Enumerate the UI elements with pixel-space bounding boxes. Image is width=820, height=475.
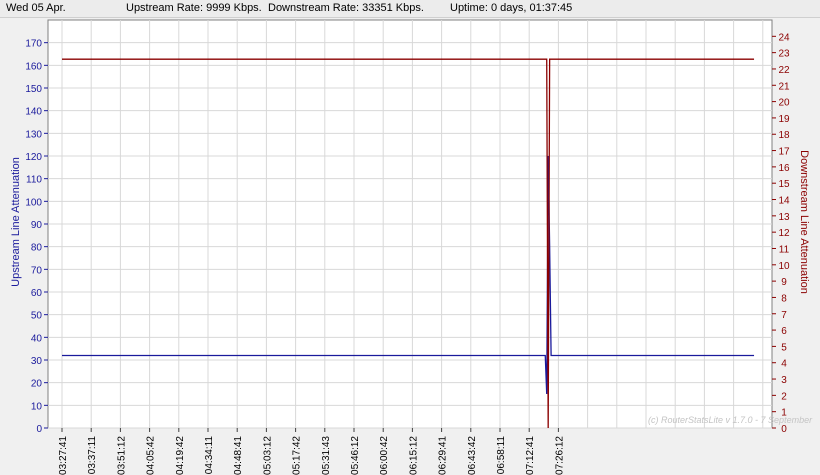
left-tick-label: 70 <box>31 265 43 276</box>
right-tick-label: 6 <box>781 326 787 337</box>
right-tick-label: 18 <box>778 130 790 141</box>
x-tick-label: 05:03:12 <box>262 436 273 475</box>
left-axis: 0 10 20 30 40 50 60 70 80 90 100 110 120 130 140 150 160… <box>25 39 48 435</box>
x-tick-label: 05:46:12 <box>350 436 361 475</box>
watermark: (c) RouterStatsLite v 1.7.0 - 7 Septembe… <box>648 415 813 425</box>
right-tick-label: 21 <box>778 81 790 92</box>
x-tick-label: 06:15:12 <box>408 436 419 475</box>
x-tick-label: 03:37:11 <box>87 436 98 475</box>
right-tick-label: 13 <box>778 212 790 223</box>
left-tick-label: 170 <box>25 39 42 50</box>
status-downstream-rate: Downstream Rate: 33351 Kbps. <box>268 2 424 14</box>
right-tick-label: 11 <box>779 244 790 255</box>
left-tick-label: 30 <box>31 356 43 367</box>
status-upstream-rate: Upstream Rate: 9999 Kbps. <box>126 2 262 14</box>
right-tick-label: 8 <box>781 293 787 304</box>
left-tick-label: 120 <box>25 152 42 163</box>
right-tick-label: 15 <box>778 179 790 190</box>
right-tick-label: 9 <box>781 277 787 288</box>
x-tick-label: 05:17:42 <box>292 436 303 475</box>
right-tick-label: 12 <box>778 228 790 239</box>
right-tick-label: 5 <box>781 342 787 353</box>
right-tick-label: 2 <box>781 391 787 402</box>
right-tick-label: 3 <box>781 375 787 386</box>
right-tick-label: 17 <box>778 147 790 158</box>
right-tick-label: 7 <box>781 310 787 321</box>
left-tick-label: 20 <box>31 379 43 390</box>
x-tick-label: 07:12:41 <box>525 436 536 475</box>
right-tick-label: 19 <box>778 114 790 125</box>
left-tick-label: 100 <box>25 197 42 208</box>
x-tick-label: 03:27:41 <box>58 436 69 475</box>
x-tick-label: 04:05:42 <box>146 436 157 475</box>
left-tick-label: 90 <box>31 220 43 231</box>
right-tick-label: 4 <box>781 359 787 370</box>
x-tick-label: 04:48:41 <box>233 436 244 475</box>
right-tick-label: 16 <box>778 163 790 174</box>
status-uptime: Uptime: 0 days, 01:37:45 <box>450 2 573 14</box>
right-tick-label: 10 <box>778 261 790 272</box>
status-date: Wed 05 Apr. <box>6 2 66 14</box>
x-tick-label: 06:00:42 <box>379 436 390 475</box>
right-tick-label: 14 <box>778 196 790 207</box>
left-tick-label: 60 <box>31 288 43 299</box>
left-tick-label: 160 <box>25 61 42 72</box>
attenuation-chart: 0102030405060708090100110120130140150160… <box>10 19 813 475</box>
x-tick-label: 06:43:42 <box>467 436 478 475</box>
x-tick-label: 05:31:43 <box>321 436 332 475</box>
left-tick-label: 80 <box>31 243 43 254</box>
left-tick-label: 50 <box>31 311 43 322</box>
x-tick-label: 04:19:42 <box>175 436 186 475</box>
right-tick-label: 20 <box>778 98 790 109</box>
right-tick-label: 23 <box>778 49 790 60</box>
right-tick-label: 24 <box>778 32 790 43</box>
left-axis-label: Upstream Line Attenuation <box>10 157 22 287</box>
right-tick-label: 0 <box>781 424 787 435</box>
left-tick-label: 0 <box>36 424 42 435</box>
right-axis-label: Downstream Line Attenuation <box>798 150 810 294</box>
left-tick-label: 150 <box>25 84 42 95</box>
left-tick-label: 10 <box>31 401 43 412</box>
x-tick-label: 07:26:12 <box>554 436 565 475</box>
x-tick-label: 03:51:12 <box>116 436 127 475</box>
left-tick-label: 40 <box>31 333 43 344</box>
x-axis: 03:27:41 03:37:11 03:51:12 04:05:42 04:19:42… <box>58 428 565 475</box>
right-tick-label: 22 <box>778 65 790 76</box>
x-tick-label: 06:29:41 <box>438 436 449 475</box>
x-tick-label: 06:58:11 <box>496 436 507 475</box>
x-tick-label: 04:34:11 <box>204 436 215 475</box>
status-bar: Wed 05 Apr. Upstream Rate: 9999 Kbps. Do… <box>0 0 820 18</box>
left-tick-label: 130 <box>25 129 42 140</box>
left-tick-label: 110 <box>26 175 42 186</box>
right-axis: 0123456789101112131415161718192021222324 <box>772 32 790 435</box>
left-tick-label: 140 <box>25 107 42 118</box>
